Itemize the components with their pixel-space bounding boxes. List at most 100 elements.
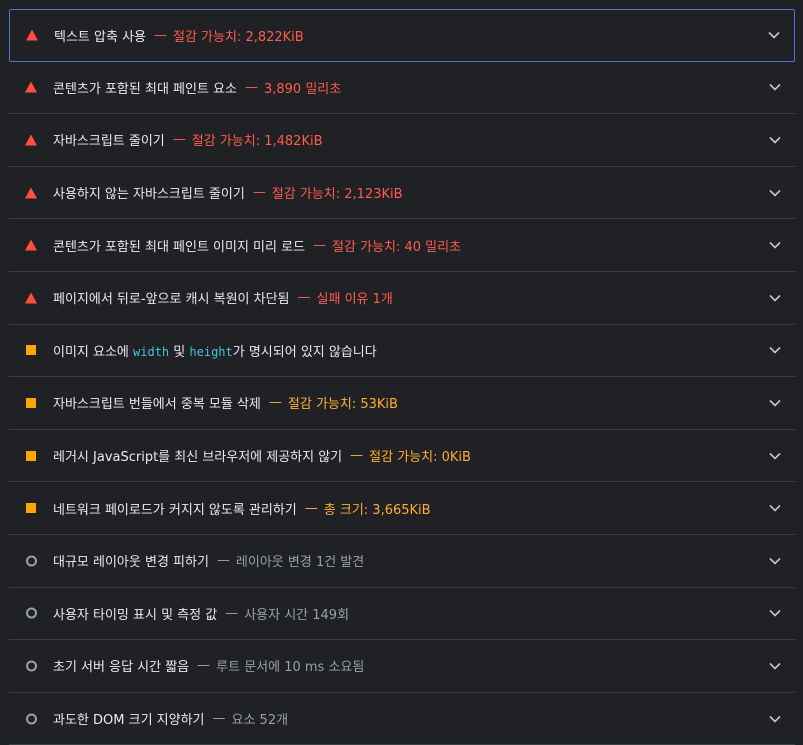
audit-title: 과도한 DOM 크기 지양하기 [53,713,205,729]
audit-separator: — [297,290,311,306]
audit-display-value: 레이아웃 변경 1건 발견 [235,555,365,571]
audit-text: 사용자 타이밍 표시 및 측정 값 — 사용자 시간 149회 [53,604,349,623]
warning-triangle-icon [25,134,37,146]
audit-title: 대규모 레이아웃 변경 피하기 [53,555,209,571]
status-indicator [9,430,53,482]
audit-text: 초기 서버 응답 시간 짧음 — 루트 문서에 10 ms 소요됨 [53,656,364,675]
audit-title: 네트워크 페이로드가 커지지 않도록 관리하기 [53,502,297,518]
chevron-down-icon[interactable] [769,189,781,197]
orange-square-icon [26,450,36,461]
status-indicator [10,10,54,61]
audit-text: 콘텐츠가 포함된 최대 페인트 이미지 미리 로드 — 절감 가능치: 40 밀… [53,236,461,255]
audit-separator: — [244,79,258,95]
chevron-down-icon[interactable] [769,346,781,354]
audit-text: 대규모 레이아웃 변경 피하기 — 레이아웃 변경 1건 발견 [53,551,364,570]
audit-display-value: 루트 문서에 10 ms 소요됨 [216,660,365,676]
audit-text: 사용하지 않는 자바스크립트 줄이기 — 절감 가능치: 2,123KiB [53,183,403,202]
status-indicator [9,535,53,587]
audit-title: 레거시 JavaScript를 최신 브라우저에 제공하지 않기 [53,450,343,466]
chevron-down-icon[interactable] [769,241,781,249]
audit-separator: — [197,658,211,674]
audit-item-server-response-time[interactable]: 초기 서버 응답 시간 짧음 — 루트 문서에 10 ms 소요됨 [9,640,795,693]
audit-text: 텍스트 압축 사용 — 절감 가능치: 2,822KiB [54,26,304,45]
status-indicator [9,482,53,534]
chevron-down-icon[interactable] [769,715,781,723]
audit-title: 이미지 요소에 width 및 height가 명시되어 있지 않습니다 [53,341,377,360]
audit-display-value: 총 크기: 3,665KiB [323,502,431,518]
audit-title: 텍스트 압축 사용 [54,29,146,45]
audit-separator: — [304,500,318,516]
audit-display-value: 절감 가능치: 2,822KiB [173,29,304,45]
chevron-down-icon[interactable] [769,452,781,460]
gray-circle-icon [26,713,37,725]
audit-display-value: 사용자 시간 149회 [244,607,350,623]
audit-item-user-timings[interactable]: 사용자 타이밍 표시 및 측정 값 — 사용자 시간 149회 [9,588,795,641]
audit-text: 콘텐츠가 포함된 최대 페인트 요소 — 3,890 밀리초 [53,78,341,97]
audit-display-value: 절감 가능치: 40 밀리초 [332,239,462,255]
audit-text: 페이지에서 뒤로-앞으로 캐시 복원이 차단됨 — 실패 이유 1개 [53,288,393,307]
orange-square-icon [26,397,36,408]
audit-separator: — [268,395,282,411]
audit-item-total-byte-weight[interactable]: 네트워크 페이로드가 커지지 않도록 관리하기 — 총 크기: 3,665KiB [9,482,795,535]
code-height: height [189,344,233,359]
audit-item-duplicated-javascript[interactable]: 자바스크립트 번들에서 중복 모듈 삭제 — 절감 가능치: 53KiB [9,377,795,430]
audit-item-bf-cache[interactable]: 페이지에서 뒤로-앞으로 캐시 복원이 차단됨 — 실패 이유 1개 [9,272,795,325]
audit-title: 사용하지 않는 자바스크립트 줄이기 [53,187,245,203]
audit-item-unused-javascript[interactable]: 사용하지 않는 자바스크립트 줄이기 — 절감 가능치: 2,123KiB [9,167,795,220]
chevron-down-icon[interactable] [769,662,781,670]
audit-title: 자바스크립트 번들에서 중복 모듈 삭제 [53,397,261,413]
audit-title: 콘텐츠가 포함된 최대 페인트 요소 [53,81,237,97]
audit-item-text-compression[interactable]: 텍스트 압축 사용 — 절감 가능치: 2,822KiB [9,9,795,62]
chevron-down-icon[interactable] [769,294,781,302]
audit-display-value: 실패 이유 1개 [316,292,393,308]
audit-separator: — [350,448,364,464]
audit-separator: — [212,711,226,727]
status-indicator [9,325,53,377]
audit-item-largest-contentful-paint-element[interactable]: 콘텐츠가 포함된 최대 페인트 요소 — 3,890 밀리초 [9,62,795,115]
warning-triangle-icon [25,81,37,93]
warning-triangle-icon [25,239,37,251]
chevron-down-icon[interactable] [769,83,781,92]
audit-text: 자바스크립트 번들에서 중복 모듈 삭제 — 절감 가능치: 53KiB [53,393,398,412]
audit-text: 네트워크 페이로드가 커지지 않도록 관리하기 — 총 크기: 3,665KiB [53,499,431,518]
status-indicator [9,167,53,219]
status-indicator [9,693,53,745]
audit-separator: — [225,605,239,621]
audit-separator: — [313,237,327,253]
chevron-down-icon[interactable] [769,557,781,565]
audit-item-preload-lcp-image[interactable]: 콘텐츠가 포함된 최대 페인트 이미지 미리 로드 — 절감 가능치: 40 밀… [9,219,795,272]
chevron-down-icon[interactable] [769,609,781,617]
chevron-down-icon[interactable] [769,399,781,407]
audit-text: 이미지 요소에 width 및 height가 명시되어 있지 않습니다 [53,341,377,360]
audit-item-unsized-images[interactable]: 이미지 요소에 width 및 height가 명시되어 있지 않습니다 [9,325,795,378]
gray-circle-icon [26,660,37,672]
audit-text: 레거시 JavaScript를 최신 브라우저에 제공하지 않기 — 절감 가능… [53,446,471,465]
chevron-down-icon[interactable] [768,31,780,39]
audit-title: 자바스크립트 줄이기 [53,134,165,150]
audit-item-layout-shifts[interactable]: 대규모 레이아웃 변경 피하기 — 레이아웃 변경 1건 발견 [9,535,795,588]
warning-triangle-icon [25,187,37,199]
chevron-down-icon[interactable] [769,136,781,144]
audit-title-part: 및 [169,344,190,360]
audit-item-dom-size[interactable]: 과도한 DOM 크기 지양하기 — 요소 52개 [9,693,795,745]
chevron-down-icon[interactable] [769,504,781,512]
audit-display-value: 절감 가능치: 0KiB [369,450,471,466]
audit-title-part: 이미지 요소에 [53,344,134,360]
audit-item-minify-javascript[interactable]: 자바스크립트 줄이기 — 절감 가능치: 1,482KiB [9,114,795,167]
audit-title: 페이지에서 뒤로-앞으로 캐시 복원이 차단됨 [53,292,290,308]
audit-item-legacy-javascript[interactable]: 레거시 JavaScript를 최신 브라우저에 제공하지 않기 — 절감 가능… [9,430,795,483]
audit-title: 사용자 타이밍 표시 및 측정 값 [53,607,218,623]
audit-title: 콘텐츠가 포함된 최대 페인트 이미지 미리 로드 [53,239,306,255]
audit-separator: — [216,553,230,569]
audit-title-part: 가 명시되어 있지 않습니다 [232,344,377,360]
status-indicator [9,588,53,640]
audit-display-value: 절감 가능치: 53KiB [287,397,398,413]
gray-circle-icon [26,555,37,567]
audit-display-value: 요소 52개 [231,713,289,729]
audit-text: 과도한 DOM 크기 지양하기 — 요소 52개 [53,709,288,728]
status-indicator [9,377,53,429]
audit-display-value: 절감 가능치: 1,482KiB [191,134,323,150]
audit-display-value: 절감 가능치: 2,123KiB [271,187,403,203]
audit-list: 텍스트 압축 사용 — 절감 가능치: 2,822KiB 콘텐츠가 포함된 최대… [9,9,795,745]
orange-square-icon [26,503,36,514]
